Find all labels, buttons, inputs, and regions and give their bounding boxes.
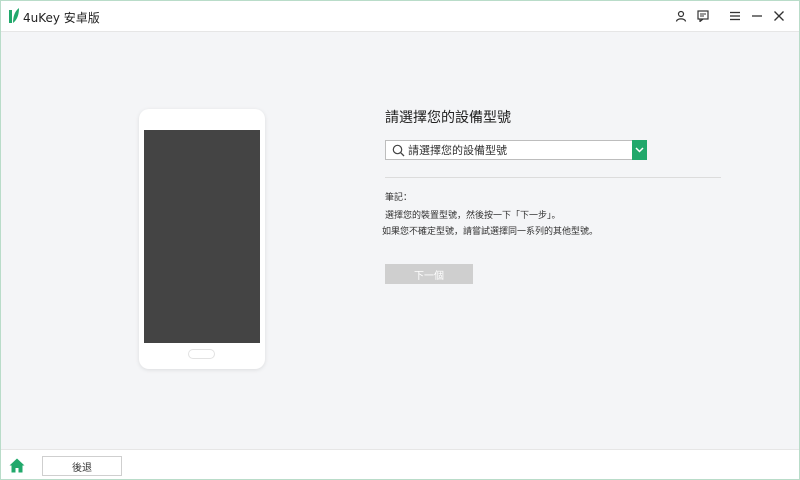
app-window: 4uKey 安卓版 請選擇您的設備型號 請選擇您的設備型號 筆記： 選擇您的裝置… [0,0,800,480]
app-title: 4uKey 安卓版 [23,11,100,25]
dropdown-toggle[interactable] [632,140,647,160]
user-icon[interactable] [674,9,688,23]
phone-screen [144,130,260,343]
search-icon [392,144,405,157]
home-icon[interactable] [9,458,25,473]
feedback-icon[interactable] [696,9,710,23]
phone-illustration [139,109,265,369]
page-title: 請選擇您的設備型號 [385,110,511,126]
app-logo-icon [9,8,19,23]
back-button[interactable]: 後退 [42,456,122,476]
menu-icon[interactable] [728,9,742,23]
device-model-search-input[interactable] [408,142,628,158]
chevron-down-icon [635,147,644,153]
main-content: 請選擇您的設備型號 筆記： 選擇您的裝置型號，然後按一下「下一步」。 如果您不確… [1,33,799,449]
close-icon[interactable] [772,9,786,23]
note-line-2: 如果您不確定型號，請嘗試選擇同一系列的其他型號。 [382,227,599,237]
device-model-select[interactable] [385,140,647,160]
notes-label: 筆記： [385,193,413,203]
bottom-bar: 後退 [1,449,799,479]
divider [385,177,721,178]
minimize-icon[interactable] [750,9,764,23]
title-bar: 4uKey 安卓版 [1,1,799,32]
next-button[interactable]: 下一個 [385,264,473,284]
phone-home-button [188,349,215,359]
note-line-1: 選擇您的裝置型號，然後按一下「下一步」。 [385,211,561,221]
